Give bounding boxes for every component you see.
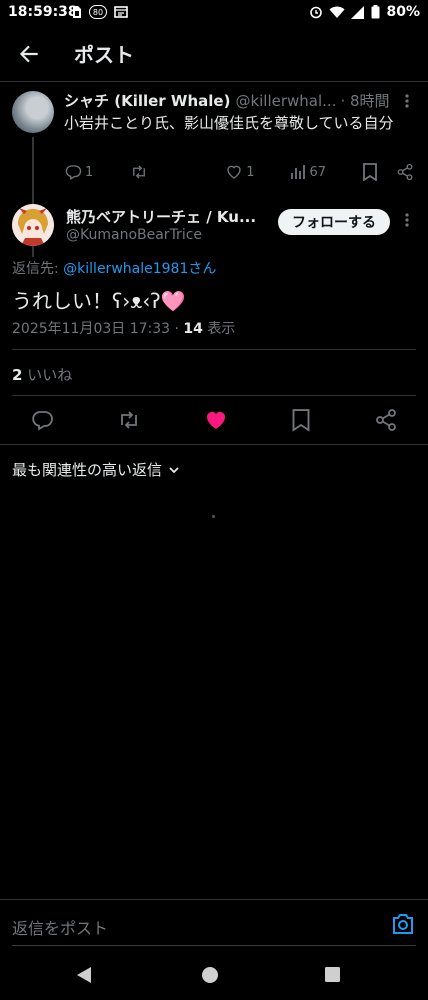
parent-meta: シャチ (Killer Whale) @killerwhal... · 8時間 bbox=[64, 90, 404, 111]
parent-repost-button[interactable] bbox=[129, 163, 149, 181]
main-display-name[interactable]: 熊乃ベアトリーチェ / Ku... bbox=[66, 206, 276, 227]
likes-label: いいね bbox=[22, 366, 73, 384]
reply-icon bbox=[65, 165, 82, 180]
page-title: ポスト bbox=[74, 43, 134, 67]
reply-to-line: 返信先: @killerwhale1981さん bbox=[12, 258, 216, 278]
status-bar: 18:59:38 80 80% bbox=[0, 0, 428, 26]
reply-to-prefix: 返信先: bbox=[12, 261, 64, 277]
reply-sort-label: 最も関連性の高い返信 bbox=[12, 461, 163, 479]
anime-avatar-icon bbox=[12, 204, 54, 246]
divider bbox=[12, 349, 416, 350]
bookmark-icon[interactable] bbox=[362, 163, 378, 181]
app-window-icon bbox=[114, 6, 128, 18]
loading-indicator bbox=[212, 515, 215, 518]
battery-icon bbox=[371, 5, 380, 19]
parent-handle[interactable]: @killerwhal... bbox=[235, 92, 336, 110]
parent-actions: 1 1 67 bbox=[64, 163, 414, 181]
repost-icon bbox=[133, 165, 146, 179]
main-action-bar bbox=[30, 408, 398, 432]
reply-sort-selector[interactable]: 最も関連性の高い返信 bbox=[12, 459, 180, 480]
parent-like-count: 1 bbox=[246, 164, 255, 180]
main-views-label: 表示 bbox=[202, 321, 236, 337]
nav-back-icon[interactable] bbox=[76, 966, 92, 984]
status-time: 18:59:38 bbox=[8, 4, 78, 20]
camera-icon[interactable] bbox=[391, 913, 415, 935]
heart-outline-icon bbox=[227, 165, 241, 179]
signal-icon bbox=[351, 5, 365, 19]
parent-display-name[interactable]: シャチ (Killer Whale) bbox=[64, 90, 230, 111]
parent-views-button[interactable]: 67 bbox=[290, 164, 326, 180]
nav-recents-icon[interactable] bbox=[324, 966, 341, 983]
reply-icon[interactable] bbox=[30, 408, 54, 432]
divider bbox=[0, 444, 428, 445]
parent-like-button[interactable]: 1 bbox=[225, 163, 255, 181]
parent-time: · 8時間 bbox=[340, 92, 390, 110]
main-text: うれしい！ʕ›ᴥ‹ʔ🩷 bbox=[12, 289, 186, 313]
parent-more-icon[interactable] bbox=[402, 93, 412, 109]
likes-summary[interactable]: 2 いいね bbox=[12, 364, 72, 385]
status-right-icons: 80% bbox=[309, 4, 420, 20]
main-handle[interactable]: @KumanoBearTrice bbox=[66, 227, 202, 243]
parent-reply-count: 1 bbox=[85, 164, 94, 180]
status-left-icons: 80 bbox=[72, 5, 128, 19]
top-app-bar: ポスト bbox=[0, 26, 428, 82]
parent-avatar[interactable] bbox=[12, 91, 54, 133]
nfc-badge-label: 80 bbox=[92, 7, 104, 17]
reply-to-handle-link[interactable]: @killerwhale1981さん bbox=[63, 261, 216, 277]
likes-count: 2 bbox=[12, 366, 23, 384]
alarm-icon bbox=[310, 6, 323, 19]
views-chart-icon bbox=[291, 165, 306, 179]
main-views-count: 14 bbox=[183, 321, 203, 337]
reply-composer-input[interactable]: 返信をポスト bbox=[12, 915, 108, 939]
main-avatar[interactable] bbox=[12, 204, 54, 246]
share-icon[interactable] bbox=[374, 408, 398, 432]
back-arrow-icon[interactable] bbox=[16, 41, 42, 67]
heart-filled-icon[interactable] bbox=[204, 408, 228, 432]
divider bbox=[12, 945, 416, 946]
main-more-icon[interactable] bbox=[402, 212, 412, 228]
follow-button[interactable]: フォローする bbox=[278, 209, 390, 235]
parent-text: 小岩井ことり氏、影山優佳氏を尊敬している自分 bbox=[64, 114, 394, 132]
divider bbox=[0, 899, 428, 900]
parent-post[interactable]: シャチ (Killer Whale) @killerwhal... · 8時間 … bbox=[0, 83, 428, 257]
bookmark-icon[interactable] bbox=[291, 408, 311, 432]
parent-views-count: 67 bbox=[309, 164, 327, 180]
nav-home-icon[interactable] bbox=[201, 966, 219, 984]
parent-reply-button[interactable]: 1 bbox=[64, 163, 93, 181]
repost-icon[interactable] bbox=[117, 408, 141, 432]
main-date[interactable]: 2025年11月03日 17:33 · bbox=[12, 321, 183, 337]
parent-secondary-actions bbox=[362, 163, 414, 181]
system-nav-bar bbox=[0, 950, 428, 1000]
battery-percent: 80% bbox=[386, 4, 420, 20]
main-timestamp-row: 2025年11月03日 17:33 · 14 表示 bbox=[12, 318, 235, 338]
divider bbox=[12, 395, 416, 396]
share-icon[interactable] bbox=[396, 163, 414, 181]
nfc-badge-icon: 80 bbox=[89, 5, 107, 19]
sim-icon bbox=[73, 6, 81, 18]
chevron-down-icon bbox=[169, 466, 179, 473]
wifi-icon bbox=[329, 6, 345, 18]
